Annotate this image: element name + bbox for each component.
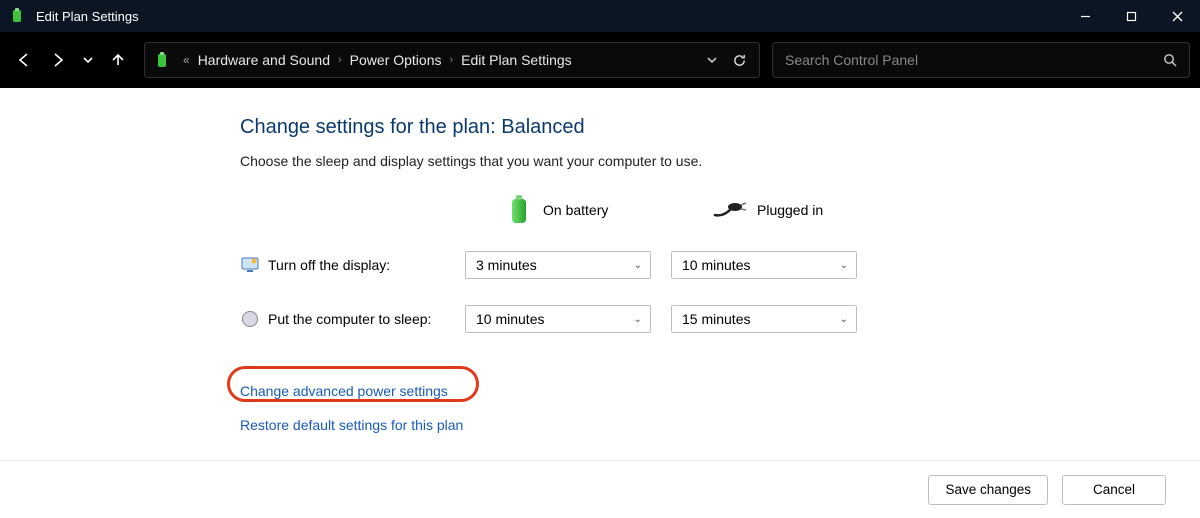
row-label: Turn off the display: [268, 257, 390, 273]
app-icon [10, 8, 26, 24]
search-input[interactable] [785, 52, 1163, 68]
chevron-down-icon: ⌄ [634, 260, 642, 271]
chevron-down-icon: ⌄ [840, 260, 848, 271]
combo-value: 15 minutes [682, 311, 750, 327]
cancel-button[interactable]: Cancel [1062, 475, 1166, 505]
maximize-button[interactable] [1108, 0, 1154, 32]
on-battery-header: On battery [505, 193, 701, 227]
monitor-icon [240, 255, 260, 275]
combo-value: 10 minutes [476, 311, 544, 327]
chevron-right-icon: › [338, 54, 342, 66]
plugged-in-header: Plugged in [713, 200, 909, 220]
chevron-down-icon: ⌄ [634, 314, 642, 325]
window-controls [1062, 0, 1200, 32]
save-button[interactable]: Save changes [928, 475, 1048, 505]
breadcrumb-prefix: « [183, 53, 190, 67]
window-title: Edit Plan Settings [36, 9, 1062, 24]
page-title: Change settings for the plan: Balanced [240, 116, 1200, 139]
search-box[interactable] [772, 42, 1190, 78]
battery-icon [155, 51, 175, 69]
sleep-plugged-combo[interactable]: 15 minutes ⌄ [671, 305, 857, 333]
combo-value: 3 minutes [476, 257, 537, 273]
row-label: Put the computer to sleep: [268, 311, 431, 327]
titlebar: Edit Plan Settings [0, 0, 1200, 32]
display-plugged-combo[interactable]: 10 minutes ⌄ [671, 251, 857, 279]
address-dropdown-button[interactable] [706, 54, 718, 66]
page-subtitle: Choose the sleep and display settings th… [240, 153, 1200, 169]
moon-icon [240, 309, 260, 329]
close-button[interactable] [1154, 0, 1200, 32]
navbar: « Hardware and Sound › Power Options › E… [0, 32, 1200, 88]
address-bar[interactable]: « Hardware and Sound › Power Options › E… [144, 42, 760, 78]
chevron-right-icon: › [450, 54, 454, 66]
content-area: Change settings for the plan: Balanced C… [0, 88, 1200, 518]
nav-forward-button[interactable] [44, 44, 72, 76]
footer: Save changes Cancel [0, 460, 1200, 518]
breadcrumb-item[interactable]: Power Options [350, 52, 442, 68]
plug-icon [713, 200, 747, 220]
refresh-button[interactable] [732, 53, 747, 68]
search-icon[interactable] [1163, 53, 1177, 67]
advanced-settings-link[interactable]: Change advanced power settings [240, 383, 448, 399]
breadcrumb-item[interactable]: Edit Plan Settings [461, 52, 572, 68]
chevron-down-icon: ⌄ [840, 314, 848, 325]
row-sleep: Put the computer to sleep: 10 minutes ⌄ … [240, 305, 1200, 333]
nav-up-button[interactable] [104, 44, 132, 76]
battery-icon [505, 193, 533, 227]
plugged-in-label: Plugged in [757, 202, 823, 218]
minimize-button[interactable] [1062, 0, 1108, 32]
breadcrumb-item[interactable]: Hardware and Sound [198, 52, 330, 68]
nav-back-button[interactable] [10, 44, 38, 76]
sleep-battery-combo[interactable]: 10 minutes ⌄ [465, 305, 651, 333]
breadcrumb: « Hardware and Sound › Power Options › E… [183, 52, 706, 68]
restore-defaults-link[interactable]: Restore default settings for this plan [240, 417, 463, 433]
row-turn-off-display: Turn off the display: 3 minutes ⌄ 10 min… [240, 251, 1200, 279]
on-battery-label: On battery [543, 202, 608, 218]
column-headers: On battery Plugged in [240, 193, 1200, 227]
nav-recent-dropdown[interactable] [78, 44, 98, 76]
combo-value: 10 minutes [682, 257, 750, 273]
display-battery-combo[interactable]: 3 minutes ⌄ [465, 251, 651, 279]
